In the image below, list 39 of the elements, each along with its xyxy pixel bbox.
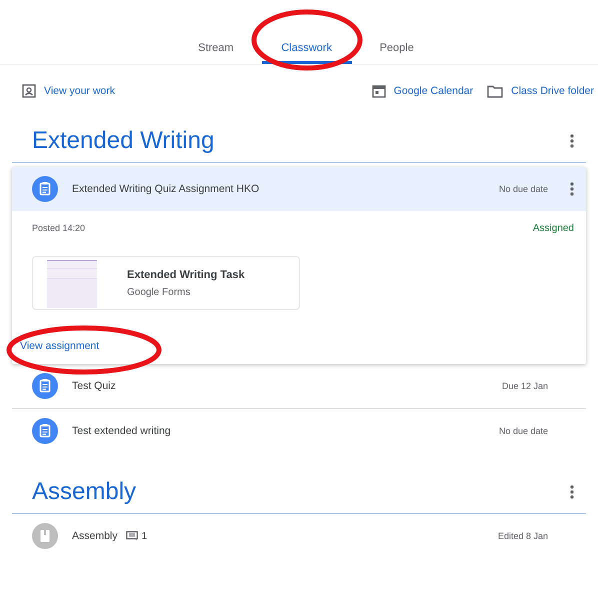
attachment-title: Extended Writing Task [127, 268, 245, 280]
comment-icon [126, 531, 138, 541]
toolbar-link[interactable]: Google Calendar [372, 84, 474, 98]
profile-icon [22, 84, 36, 98]
attachment-card[interactable]: Extended Writing Task Google Forms [32, 256, 300, 310]
topic-title: Extended Writing [32, 127, 214, 155]
attachment-source: Google Forms [127, 286, 192, 298]
calendar-icon [372, 84, 386, 98]
item-title: Extended Writing Quiz Assignment HKO [72, 183, 260, 195]
due-date: Due 12 Jan [502, 381, 548, 391]
assignment-icon [32, 176, 58, 202]
item-title: Test extended writing [72, 425, 171, 437]
more-options-icon[interactable] [570, 485, 574, 499]
comment-count: 1 [142, 530, 148, 542]
tab[interactable]: People [370, 0, 424, 64]
toolbar-link[interactable]: Class Drive folder [487, 84, 594, 98]
due-date: No due date [498, 184, 548, 194]
assignment-row[interactable]: Test Quiz Due 12 Jan [12, 364, 586, 409]
material-icon [32, 523, 58, 549]
assignment-row[interactable]: Test extended writing No due date [12, 409, 586, 453]
more-options-icon[interactable] [570, 182, 574, 196]
item-title: Test Quiz [72, 380, 116, 392]
assignment-icon [32, 373, 58, 399]
posted-time: Posted 14:20 [32, 223, 86, 234]
tab[interactable]: Classwork [262, 0, 352, 64]
due-date: Edited 8 Jan [498, 531, 548, 541]
tab[interactable]: Stream [188, 0, 244, 64]
form-thumbnail [47, 258, 97, 308]
assignment-row[interactable]: Assembly 1 Edited 8 Jan [12, 514, 586, 558]
due-date: No due date [498, 426, 548, 436]
view-assignment-link[interactable]: View assignment [20, 340, 100, 352]
view-your-work-link[interactable]: View your work [22, 84, 115, 98]
topic-title: Assembly [32, 478, 136, 506]
item-title: Assembly [72, 530, 118, 542]
assignment-card[interactable]: Extended Writing Quiz Assignment HKO No due date Posted 14:20 Assigned Extended Writing Task Google Forms View assignment [12, 167, 586, 364]
assignment-icon [32, 418, 58, 444]
folder-icon [487, 84, 504, 98]
more-options-icon[interactable] [570, 134, 574, 148]
status-label: Assigned [532, 223, 574, 234]
